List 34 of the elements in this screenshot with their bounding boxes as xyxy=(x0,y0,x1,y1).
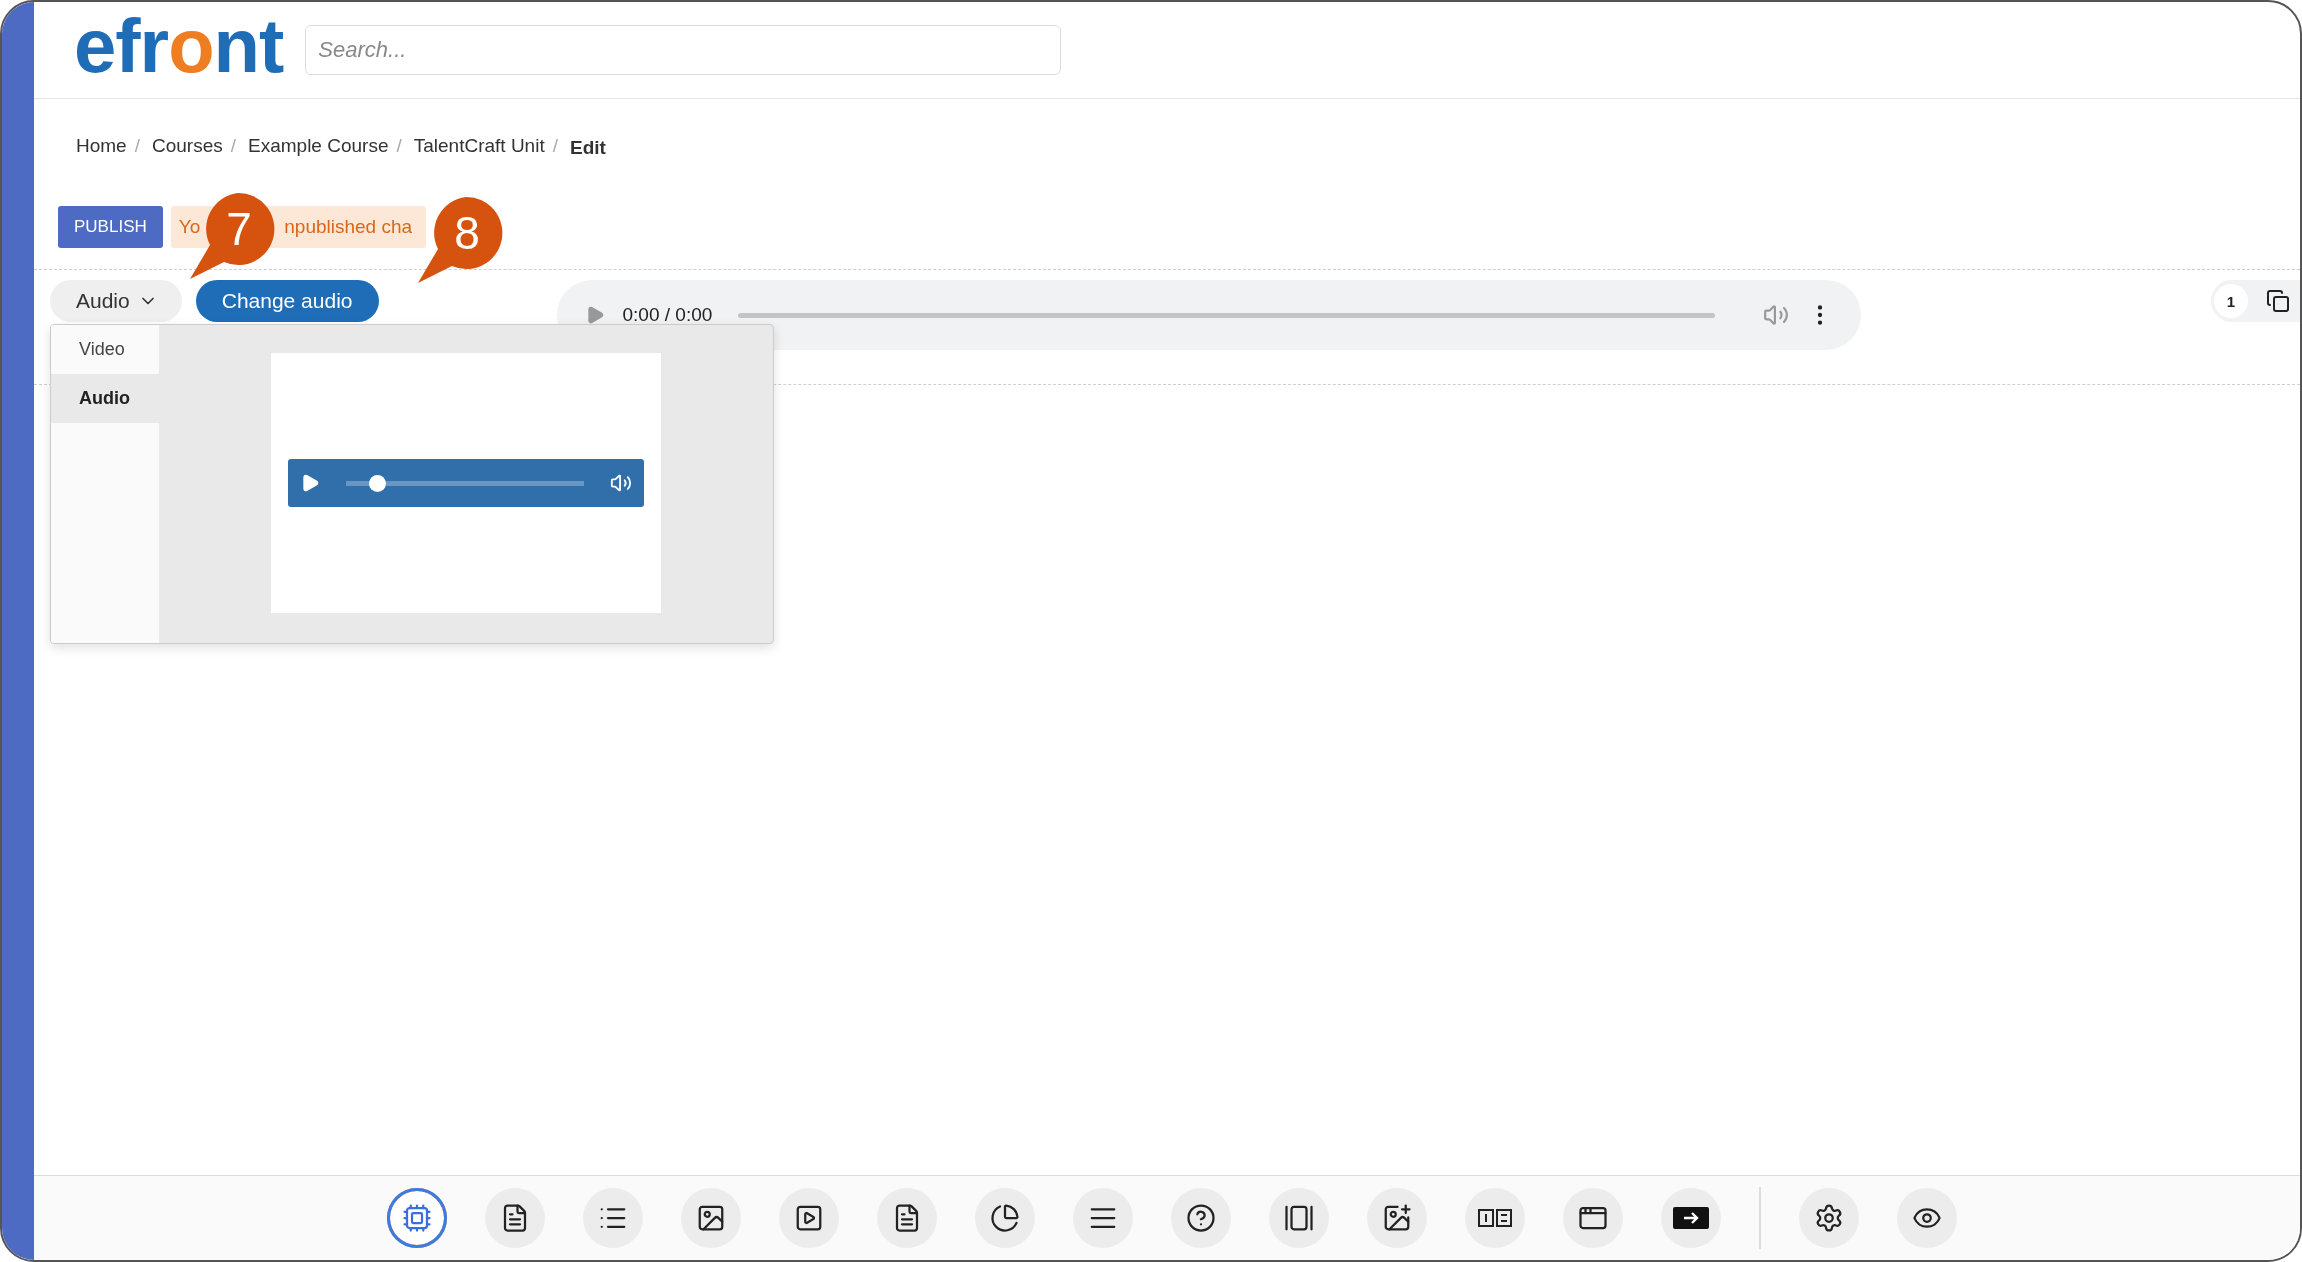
page-number[interactable]: 1 xyxy=(2214,284,2248,318)
media-type-dropdown[interactable]: Audio xyxy=(50,280,182,322)
volume-icon[interactable] xyxy=(1762,302,1789,328)
video-icon xyxy=(794,1203,824,1233)
image-add-icon xyxy=(1382,1203,1412,1233)
breadcrumb-separator: / xyxy=(552,135,558,157)
media-option[interactable]: Audio xyxy=(51,374,159,423)
publish-button[interactable]: PUBLISH xyxy=(58,206,163,248)
image-icon xyxy=(696,1203,726,1233)
ai-chip-icon xyxy=(402,1203,432,1233)
arrow-box-icon xyxy=(1672,1206,1710,1230)
search-field[interactable]: Search... xyxy=(305,25,1062,75)
question-icon xyxy=(1186,1203,1216,1233)
breadcrumb-separator: / xyxy=(396,135,402,157)
copy-icon[interactable] xyxy=(2266,289,2290,313)
ai-tool-button[interactable] xyxy=(387,1188,447,1248)
breadcrumb-link[interactable]: TalentCraft Unit xyxy=(413,135,545,157)
time-display: 0:00 / 0:00 xyxy=(622,304,713,326)
cards-icon xyxy=(1284,1203,1314,1233)
breadcrumb-link[interactable]: Home xyxy=(76,135,127,157)
breadcrumb-current[interactable]: Edit xyxy=(569,136,606,159)
breadcrumb-link[interactable]: Courses xyxy=(151,135,223,157)
breadcrumb-separator: / xyxy=(230,135,236,157)
columns-icon xyxy=(1478,1208,1512,1228)
settings-icon xyxy=(1814,1203,1844,1233)
breadcrumb-link[interactable]: Example Course xyxy=(248,135,389,157)
chart-icon xyxy=(990,1203,1020,1233)
breadcrumb-separator: / xyxy=(134,135,140,157)
change-audio-button[interactable]: Change audio xyxy=(195,280,379,322)
logo: efront xyxy=(74,8,284,84)
play-icon[interactable] xyxy=(300,473,320,493)
volume-icon[interactable] xyxy=(610,472,632,494)
progress-track[interactable] xyxy=(738,312,1715,318)
seek-thumb[interactable] xyxy=(368,474,386,492)
